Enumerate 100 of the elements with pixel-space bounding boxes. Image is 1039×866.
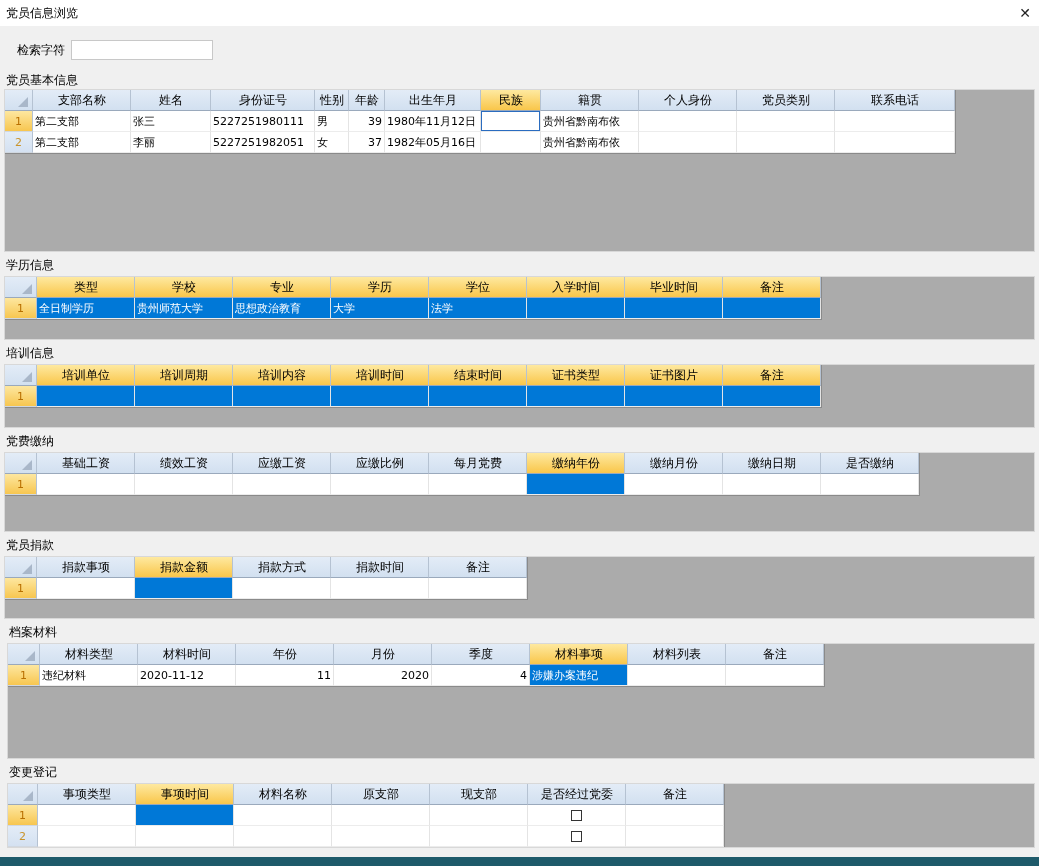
column-header[interactable]: 备注	[429, 557, 527, 578]
column-header[interactable]: 材料名称	[234, 784, 332, 805]
column-header[interactable]: 现支部	[430, 784, 528, 805]
column-header[interactable]: 应缴比例	[331, 453, 429, 474]
table-cell[interactable]	[639, 111, 737, 132]
table-cell[interactable]	[234, 805, 332, 826]
column-header[interactable]: 培训内容	[233, 365, 331, 386]
table-cell[interactable]: 第二支部	[33, 111, 131, 132]
table-cell[interactable]	[626, 826, 724, 847]
table-cell[interactable]	[429, 578, 527, 599]
table-cell[interactable]	[639, 132, 737, 153]
column-header[interactable]: 备注	[626, 784, 724, 805]
column-header[interactable]: 籍贯	[541, 90, 639, 111]
checkbox[interactable]	[571, 830, 582, 842]
table-cell[interactable]	[233, 474, 331, 495]
table-cell[interactable]	[527, 298, 625, 319]
column-header[interactable]: 季度	[432, 644, 530, 665]
table-cell[interactable]: 男	[315, 111, 349, 132]
table-cell[interactable]: 5227251980111	[211, 111, 315, 132]
table-cell[interactable]	[234, 826, 332, 847]
column-header[interactable]: 学位	[429, 277, 527, 298]
table-cell[interactable]	[835, 111, 955, 132]
column-header[interactable]: 证书类型	[527, 365, 625, 386]
table-cell[interactable]: 违纪材料	[40, 665, 138, 686]
table-cell[interactable]	[625, 386, 723, 407]
column-header[interactable]: 结束时间	[429, 365, 527, 386]
column-header[interactable]: 培训时间	[331, 365, 429, 386]
select-all-corner[interactable]	[5, 365, 37, 386]
table-cell[interactable]	[38, 826, 136, 847]
close-button[interactable]: ✕	[1019, 5, 1031, 21]
table-cell[interactable]	[625, 474, 723, 495]
table-cell[interactable]: 1982年05月16日	[385, 132, 481, 153]
table-cell[interactable]	[527, 474, 625, 495]
table-cell[interactable]	[737, 132, 835, 153]
column-header[interactable]: 缴纳年份	[527, 453, 625, 474]
table-cell[interactable]: 贵州师范大学	[135, 298, 233, 319]
column-header[interactable]: 联系电话	[835, 90, 955, 111]
table-cell[interactable]: 法学	[429, 298, 527, 319]
table-cell[interactable]: 贵州省黔南布依	[541, 111, 639, 132]
checkbox[interactable]	[571, 809, 582, 821]
column-header[interactable]: 备注	[723, 365, 821, 386]
table-cell[interactable]: 39	[349, 111, 385, 132]
table-cell[interactable]: 大学	[331, 298, 429, 319]
table-cell[interactable]: 2020	[334, 665, 432, 686]
column-header[interactable]: 学历	[331, 277, 429, 298]
column-header[interactable]: 是否缴纳	[821, 453, 919, 474]
table-cell[interactable]	[481, 111, 541, 132]
table-cell[interactable]: 2020-11-12	[138, 665, 236, 686]
select-all-corner[interactable]	[5, 557, 37, 578]
table-cell[interactable]: 全日制学历	[37, 298, 135, 319]
table-cell[interactable]: 女	[315, 132, 349, 153]
table-cell[interactable]	[136, 805, 234, 826]
table-cell[interactable]	[37, 386, 135, 407]
column-header[interactable]: 类型	[37, 277, 135, 298]
table-cell[interactable]: 5227251982051	[211, 132, 315, 153]
column-header[interactable]: 原支部	[332, 784, 430, 805]
table-cell[interactable]	[136, 826, 234, 847]
column-header[interactable]: 性别	[315, 90, 349, 111]
table-cell[interactable]	[37, 474, 135, 495]
table-cell[interactable]	[723, 474, 821, 495]
table-cell[interactable]	[628, 665, 726, 686]
column-header[interactable]: 入学时间	[527, 277, 625, 298]
table-cell[interactable]	[481, 132, 541, 153]
table-cell[interactable]	[135, 578, 233, 599]
table-cell[interactable]	[835, 132, 955, 153]
select-all-corner[interactable]	[5, 453, 37, 474]
table-cell[interactable]: 思想政治教育	[233, 298, 331, 319]
table-cell[interactable]	[332, 826, 430, 847]
column-header[interactable]: 出生年月	[385, 90, 481, 111]
column-header[interactable]: 材料时间	[138, 644, 236, 665]
table-cell[interactable]: 李丽	[131, 132, 211, 153]
column-header[interactable]: 备注	[723, 277, 821, 298]
column-header[interactable]: 是否经过党委	[528, 784, 626, 805]
column-header[interactable]: 捐款时间	[331, 557, 429, 578]
column-header[interactable]: 年份	[236, 644, 334, 665]
grid-cell[interactable]	[528, 826, 626, 847]
column-header[interactable]: 基础工资	[37, 453, 135, 474]
table-cell[interactable]	[723, 386, 821, 407]
table-cell[interactable]	[430, 805, 528, 826]
select-all-corner[interactable]	[5, 277, 37, 298]
search-field[interactable]	[71, 40, 213, 60]
column-header[interactable]: 培训周期	[135, 365, 233, 386]
table-cell[interactable]	[331, 386, 429, 407]
column-header[interactable]: 党员类别	[737, 90, 835, 111]
table-cell[interactable]	[233, 578, 331, 599]
column-header[interactable]: 毕业时间	[625, 277, 723, 298]
select-all-corner[interactable]	[8, 644, 40, 665]
column-header[interactable]: 事项时间	[136, 784, 234, 805]
column-header[interactable]: 月份	[334, 644, 432, 665]
table-cell[interactable]	[429, 386, 527, 407]
column-header[interactable]: 备注	[726, 644, 824, 665]
table-cell[interactable]	[527, 386, 625, 407]
column-header[interactable]: 捐款事项	[37, 557, 135, 578]
table-cell[interactable]	[430, 826, 528, 847]
table-cell[interactable]	[821, 474, 919, 495]
column-header[interactable]: 捐款金额	[135, 557, 233, 578]
column-header[interactable]: 材料类型	[40, 644, 138, 665]
column-header[interactable]: 培训单位	[37, 365, 135, 386]
table-cell[interactable]	[135, 386, 233, 407]
column-header[interactable]: 捐款方式	[233, 557, 331, 578]
